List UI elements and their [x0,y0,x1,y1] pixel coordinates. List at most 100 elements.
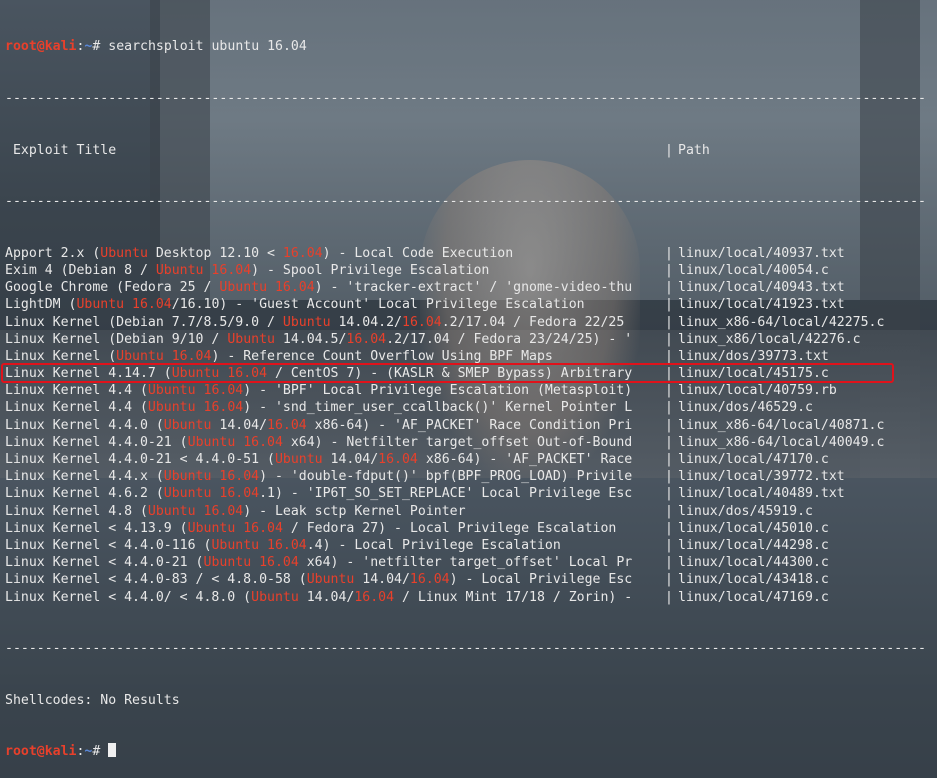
ubuntu-version-match: Ubuntu 16.04 [163,486,260,502]
ubuntu-version-match: Ubuntu 16.04 [187,520,283,536]
ubuntu-version-match: 16.04 [354,589,395,605]
column-separator: | [665,245,673,261]
exploit-title: Linux Kernel < 4.4.0-116 (Ubuntu 16.04.4… [5,537,665,554]
exploit-path: linux_x86-64/local/40049.c [678,434,885,450]
results-table: Apport 2.x (Ubuntu Desktop 12.10 < 16.04… [5,245,926,606]
exploit-path: linux/local/47170.c [678,452,829,468]
shellcodes-result: Shellcodes: No Results [5,692,180,708]
title-text: / Fedora 27) - Local Privilege Escalatio… [282,520,617,536]
prompt-user: root@kali [5,39,77,55]
exploit-path: linux/local/45010.c [678,520,829,536]
ubuntu-version-match: Ubuntu [100,245,148,261]
header-exploit-title: Exploit Title [12,142,117,158]
prompt-user: root@kali [5,744,77,760]
ubuntu-version-match: 16.04 [378,452,418,468]
column-separator: | [665,589,673,605]
table-row: Linux Kernel (Debian 7.7/8.5/9.0 / Ubunt… [5,314,926,331]
title-text: 14.04/ [354,572,410,588]
column-separator: | [665,572,673,588]
title-text: x86-64) - 'AF_PACKET' Race Condition Pri [306,417,633,433]
column-separator: | [665,280,673,296]
ubuntu-version-match: 16.04 [282,245,323,261]
column-separator: | [665,297,673,313]
column-separator: | [665,331,673,347]
table-row: Linux Kernel 4.4.0-21 < 4.4.0-51 (Ubuntu… [5,451,926,468]
exploit-title: LightDM (Ubuntu 16.04/16.10) - 'Guest Ac… [5,296,665,313]
exploit-path: linux/local/40489.txt [678,486,845,502]
exploit-title: Linux Kernel (Debian 7.7/8.5/9.0 / Ubunt… [5,314,665,331]
terminal-output[interactable]: root@kali:~# searchsploit ubuntu 16.04 -… [5,4,926,778]
column-separator: | [665,469,673,485]
ubuntu-version-match: Ubuntu 16.04 [147,383,244,399]
title-text: .2/17.04 / Fedora 22/25 [441,314,625,330]
highlight-box [1,363,894,383]
ubuntu-version-match: Ubuntu [227,331,275,347]
title-text: Linux Kernel 4.4 ( [5,383,148,399]
exploit-title: Exim 4 (Debian 8 / Ubuntu 16.04) - Spool… [5,262,665,279]
column-separator: | [665,417,673,433]
ubuntu-version-match: Ubuntu 16.04 [187,434,283,450]
column-separator: | [665,503,673,519]
exploit-title: Linux Kernel 4.8 (Ubuntu 16.04) - Leak s… [5,503,665,520]
exploit-path: linux/local/47169.c [678,589,829,605]
title-text: Linux Kernel 4.8 ( [5,503,148,519]
title-text: .4) - Local Privilege Escalation [306,537,561,553]
title-text: Apport 2.x ( [5,245,101,261]
column-separator: | [665,452,673,468]
title-text: Linux Kernel 4.6.2 ( [5,486,164,502]
title-text: ) - 'BPF' Local Privilege Escalation (Me… [243,383,633,399]
ubuntu-version-match: Ubuntu [251,589,299,605]
exploit-path: linux/local/40943.txt [678,280,845,296]
exploit-title: Linux Kernel 4.4 (Ubuntu 16.04) - 'snd_t… [5,399,665,416]
exploit-title: Linux Kernel (Debian 9/10 / Ubuntu 14.04… [5,331,665,348]
ubuntu-version-match: Ubuntu 16.04 [203,555,299,571]
title-text: Linux Kernel < 4.13.9 ( [5,520,188,536]
table-row: Linux Kernel (Debian 9/10 / Ubuntu 14.04… [5,331,926,348]
exploit-title: Linux Kernel < 4.4.0-21 (Ubuntu 16.04 x6… [5,554,665,571]
title-text: ) - 'tracker-extract' / 'gnome-video-thu [314,280,633,296]
exploit-path: linux/local/44300.c [678,555,829,571]
table-row: Linux Kernel < 4.4.0-21 (Ubuntu 16.04 x6… [5,554,926,571]
exploit-path: linux/local/40937.txt [678,245,845,261]
exploit-path: linux/dos/45919.c [678,503,813,519]
column-separator: | [665,262,673,278]
title-text: x64) - Netfilter target_offset Out-of-Bo… [282,434,633,450]
table-row: Linux Kernel 4.4 (Ubuntu 16.04) - 'snd_t… [5,399,926,416]
ubuntu-version-match: Ubuntu 16.04 [147,503,244,519]
column-separator: | [665,314,673,330]
table-row: Linux Kernel 4.8 (Ubuntu 16.04) - Leak s… [5,503,926,520]
table-row: Linux Kernel < 4.13.9 (Ubuntu 16.04 / Fe… [5,520,926,537]
header-path: Path [678,142,710,158]
table-row: Linux Kernel < 4.4.0-116 (Ubuntu 16.04.4… [5,537,926,554]
table-row: Apport 2.x (Ubuntu Desktop 12.10 < 16.04… [5,245,926,262]
ubuntu-version-match: Ubuntu [274,452,323,468]
title-text: 14.04/ [322,452,379,468]
title-text: x86-64) - 'AF_PACKET' Race [417,452,633,468]
next-prompt-line[interactable]: root@kali:~# [5,743,926,760]
column-separator: | [665,383,673,399]
exploit-title: Linux Kernel 4.4 (Ubuntu 16.04) - 'BPF' … [5,382,665,399]
ubuntu-version-match: Ubuntu [282,314,331,330]
ubuntu-version-match: Ubuntu [163,417,212,433]
ubuntu-version-match: 16.04 [402,314,442,330]
title-text: Linux Kernel 4.4.0 ( [5,417,164,433]
title-text: x64) - 'netfilter target_offset' Local P… [298,555,633,571]
title-text: Linux Kernel 4.4.0-21 < 4.4.0-51 ( [5,452,275,468]
prompt-symbol: # [92,39,101,55]
title-text: Linux Kernel ( [5,348,117,364]
ubuntu-version-match: Ubuntu 16.04 [76,297,172,313]
exploit-path: linux/local/39772.txt [678,469,845,485]
table-row: Linux Kernel < 4.4.0/ < 4.8.0 (Ubuntu 14… [5,589,926,606]
title-text: Exim 4 (Debian 8 / [5,262,156,278]
table-row: Linux Kernel < 4.4.0-83 / < 4.8.0-58 (Ub… [5,571,926,588]
title-text: Linux Kernel 4.4 ( [5,400,148,416]
exploit-title: Linux Kernel < 4.4.0/ < 4.8.0 (Ubuntu 14… [5,589,665,606]
exploit-title: Linux Kernel 4.4.0-21 < 4.4.0-51 (Ubuntu… [5,451,665,468]
divider-header: ----------------------------------------… [5,194,926,210]
column-separator: | [665,520,673,536]
title-text: 14.04/ [298,589,355,605]
ubuntu-version-match: Ubuntu 16.04 [219,280,315,296]
title-text: Linux Kernel (Debian 9/10 / [5,331,228,347]
title-text: LightDM ( [5,297,77,313]
title-text: 14.04.5/ [274,331,347,347]
